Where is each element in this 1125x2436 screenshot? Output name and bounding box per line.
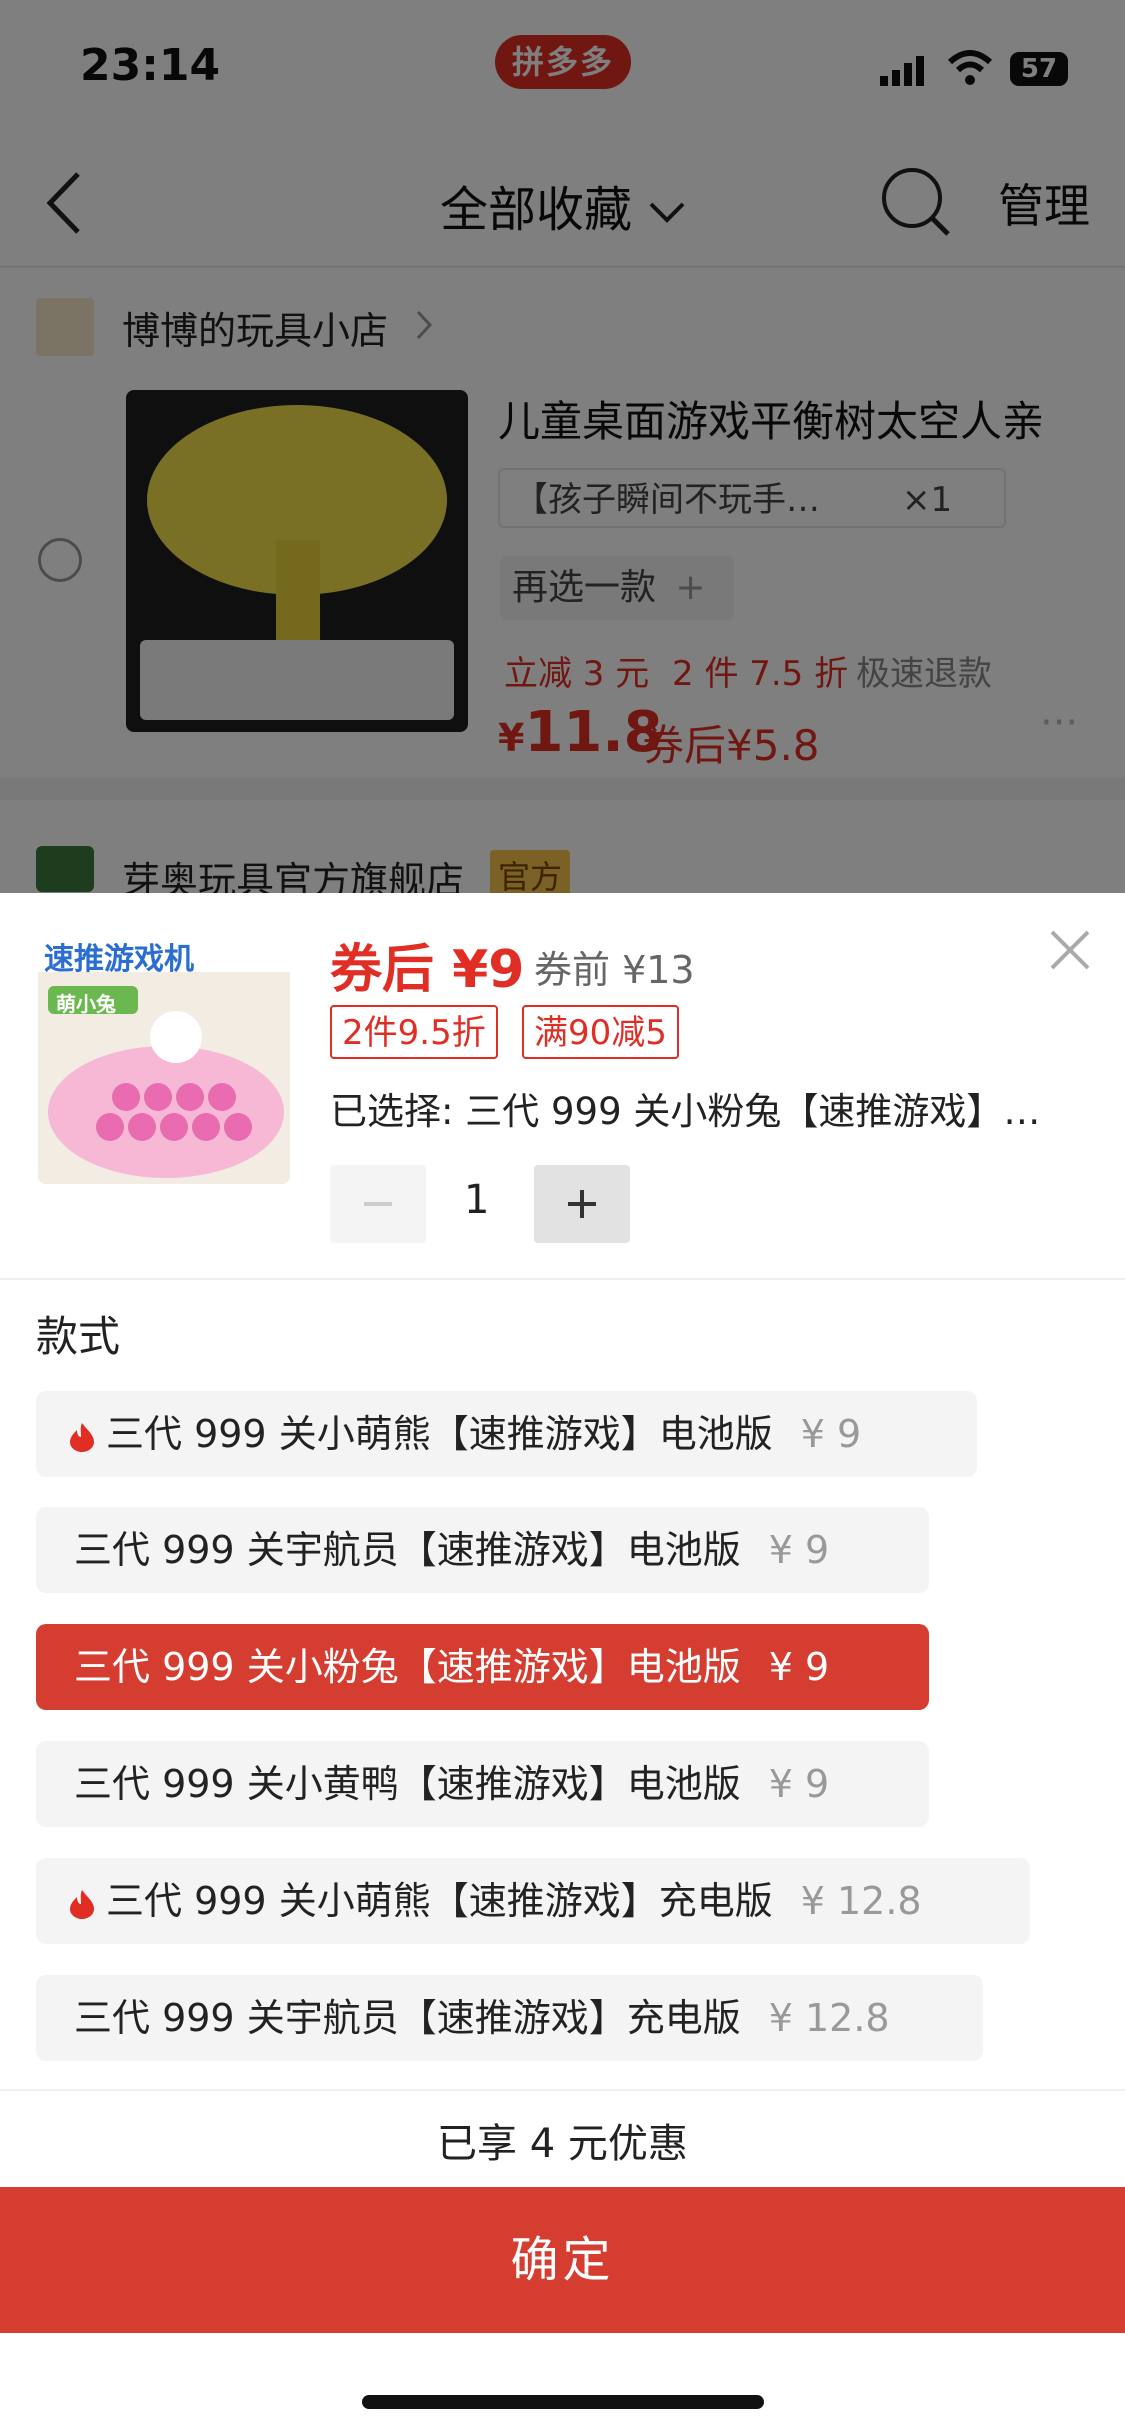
sku-option-price: ¥ 9: [768, 1528, 830, 1572]
sku-thumbnail[interactable]: 速推游戏机 萌小兔: [38, 932, 290, 1184]
sku-option-price: ¥ 9: [800, 1412, 862, 1456]
divider: [0, 1278, 1125, 1280]
hot-fire-icon: [70, 1889, 94, 1919]
quantity-increment-button[interactable]: [534, 1165, 630, 1243]
after-coupon-price: 券后 ¥9: [330, 940, 525, 1000]
plus-icon: [568, 1190, 596, 1218]
discount-summary: 已享 4 元优惠: [437, 2121, 688, 2167]
sku-option[interactable]: 三代 999 关小萌熊【速推游戏】充电版 ¥ 12.8: [36, 1858, 1030, 1944]
before-coupon-price: 券前 ¥13: [534, 948, 695, 992]
sku-option[interactable]: 三代 999 关宇航员【速推游戏】电池版 ¥ 9: [36, 1507, 929, 1593]
thumb-title: 速推游戏机: [44, 942, 194, 977]
sku-option-price: ¥ 9: [768, 1645, 830, 1689]
sku-option-label: 三代 999 关小萌熊【速推游戏】充电版: [106, 1879, 773, 1923]
sku-option-selected[interactable]: 三代 999 关小粉兔【速推游戏】电池版 ¥ 9: [36, 1624, 929, 1710]
hot-fire-icon: [70, 1422, 94, 1452]
home-indicator[interactable]: [362, 2395, 764, 2409]
sku-option[interactable]: 三代 999 关小萌熊【速推游戏】电池版 ¥ 9: [36, 1391, 977, 1477]
sku-option[interactable]: 三代 999 关宇航员【速推游戏】充电版 ¥ 12.8: [36, 1975, 983, 2061]
sku-sheet: 速推游戏机 萌小兔 券后 ¥9 券前 ¥13 2件9.5折 满90减5 已选择:…: [0, 893, 1125, 2436]
selected-sku-text: 已选择: 三代 999 关小粉兔【速推游戏】…: [330, 1090, 1041, 1133]
sku-option-price: ¥ 12.8: [800, 1879, 922, 1923]
thumb-subtitle: 萌小兔: [56, 992, 116, 1016]
sku-option-price: ¥ 9: [768, 1762, 830, 1806]
sku-option-label: 三代 999 关小萌熊【速推游戏】电池版: [106, 1412, 773, 1456]
style-section-label: 款式: [36, 1312, 121, 1361]
dim-overlay[interactable]: [0, 0, 1125, 893]
promo-tag: 满90减5: [522, 1005, 679, 1059]
sku-option-price: ¥ 12.8: [768, 1996, 890, 2040]
quantity-value[interactable]: 1: [464, 1177, 489, 1223]
quantity-decrement-button[interactable]: [330, 1165, 426, 1243]
sku-option-label: 三代 999 关宇航员【速推游戏】充电版: [74, 1996, 741, 2040]
close-icon[interactable]: [1048, 928, 1092, 972]
sku-option[interactable]: 三代 999 关小黄鸭【速推游戏】电池版 ¥ 9: [36, 1741, 929, 1827]
sku-option-label: 三代 999 关小粉兔【速推游戏】电池版: [74, 1645, 741, 1689]
sku-option-label: 三代 999 关小黄鸭【速推游戏】电池版: [74, 1762, 741, 1806]
sku-option-label: 三代 999 关宇航员【速推游戏】电池版: [74, 1528, 741, 1572]
divider: [0, 2089, 1125, 2091]
minus-icon: [364, 1202, 392, 1206]
confirm-button[interactable]: 确定: [0, 2187, 1125, 2333]
promo-tag: 2件9.5折: [330, 1005, 498, 1059]
